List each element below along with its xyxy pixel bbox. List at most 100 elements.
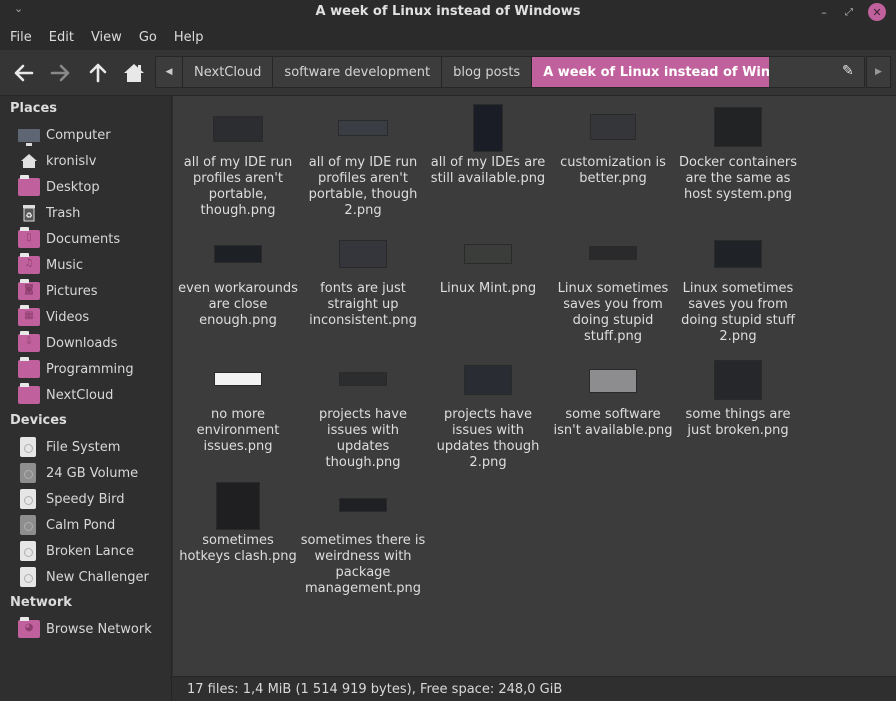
file-thumbnail bbox=[216, 482, 260, 530]
file-thumbnail bbox=[339, 240, 387, 268]
sidebar-section-network: Network bbox=[10, 595, 72, 610]
file-item[interactable]: some things are just broken.png bbox=[675, 348, 801, 474]
sidebar-item-trash[interactable]: ♻ Trash bbox=[18, 202, 80, 224]
home-button[interactable] bbox=[120, 60, 148, 86]
sidebar-item-label: Browse Network bbox=[46, 621, 152, 637]
drive-icon bbox=[20, 567, 36, 587]
sidebar-item-label: File System bbox=[46, 439, 121, 455]
sidebar-item-label: Videos bbox=[46, 309, 90, 325]
breadcrumb-blog-posts[interactable]: blog posts bbox=[442, 57, 533, 87]
sidebar-item-label: kronislv bbox=[46, 153, 97, 169]
file-item[interactable]: no more environment issues.png bbox=[175, 348, 301, 474]
file-thumbnail bbox=[473, 104, 503, 152]
sidebar: Places Computer kronislv Desktop ♻ Trash… bbox=[0, 96, 172, 701]
up-button[interactable] bbox=[84, 60, 112, 86]
breadcrumb-software-development[interactable]: software development bbox=[273, 57, 443, 87]
file-item[interactable]: Linux sometimes saves you from doing stu… bbox=[675, 222, 801, 348]
file-name: all of my IDEs are still available.png bbox=[430, 155, 546, 186]
file-thumbnail bbox=[714, 107, 762, 147]
sidebar-item-downloads[interactable]: ⇩ Downloads bbox=[18, 331, 118, 354]
breadcrumb-scroll-right-button[interactable]: ▶ bbox=[866, 56, 891, 88]
breadcrumb-nextcloud[interactable]: NextCloud bbox=[183, 57, 274, 87]
sidebar-item-label: Downloads bbox=[46, 335, 118, 351]
drive-icon bbox=[20, 541, 36, 561]
sidebar-item-broken-lance[interactable]: Broken Lance bbox=[18, 540, 134, 562]
file-item[interactable]: Linux Mint.png bbox=[425, 222, 551, 348]
menu-view[interactable]: View bbox=[91, 30, 122, 45]
sidebar-item-music[interactable]: ♫ Music bbox=[18, 253, 83, 276]
sidebar-item-speedy-bird[interactable]: Speedy Bird bbox=[18, 488, 124, 510]
menu-edit[interactable]: Edit bbox=[49, 30, 74, 45]
drive-icon bbox=[20, 489, 36, 509]
close-button[interactable]: ✕ bbox=[868, 3, 886, 21]
file-item[interactable]: customization is better.png bbox=[550, 96, 676, 222]
edit-location-icon[interactable]: ✎ bbox=[842, 63, 854, 79]
home-icon bbox=[124, 64, 144, 82]
sidebar-item-label: Programming bbox=[46, 361, 134, 377]
sidebar-item-programming[interactable]: Programming bbox=[18, 357, 134, 380]
trash-icon: ♻ bbox=[18, 204, 40, 222]
sidebar-item-file-system[interactable]: File System bbox=[18, 436, 120, 458]
file-item[interactable]: Docker containers are the same as host s… bbox=[675, 96, 801, 222]
sidebar-item-calm-pond[interactable]: Calm Pond bbox=[18, 514, 115, 536]
file-name: projects have issues with updates though… bbox=[436, 407, 540, 470]
breadcrumb: ◀ NextCloud software development blog po… bbox=[155, 56, 821, 88]
file-name: Linux sometimes saves you from doing stu… bbox=[681, 281, 795, 344]
file-item[interactable]: some software isn't available.png bbox=[550, 348, 676, 474]
file-name: fonts are just straight up inconsistent.… bbox=[309, 281, 417, 328]
sidebar-item-new-challenger[interactable]: New Challenger bbox=[18, 566, 149, 588]
title-bar: ⌄ A week of Linux instead of Windows – ⤢… bbox=[0, 0, 896, 24]
sidebar-item-computer[interactable]: Computer bbox=[18, 124, 111, 146]
sidebar-item-browse-network[interactable]: ◕ Browse Network bbox=[18, 617, 152, 640]
sidebar-item-label: Documents bbox=[46, 231, 121, 247]
sidebar-item-home[interactable]: kronislv bbox=[18, 150, 96, 172]
menu-go[interactable]: Go bbox=[139, 30, 157, 45]
breadcrumb-scroll-left-button[interactable]: ◀ bbox=[156, 57, 183, 87]
sidebar-item-nextcloud[interactable]: NextCloud bbox=[18, 383, 113, 406]
sidebar-item-pictures[interactable]: ◙ Pictures bbox=[18, 279, 98, 302]
sidebar-item-label: Pictures bbox=[46, 283, 98, 299]
window-title: A week of Linux instead of Windows bbox=[315, 4, 581, 19]
maximize-button[interactable]: ⤢ bbox=[840, 3, 858, 21]
menu-file[interactable]: File bbox=[10, 30, 32, 45]
music-folder-icon: ♫ bbox=[18, 253, 40, 274]
file-thumbnail bbox=[214, 372, 262, 386]
file-item[interactable]: all of my IDE run profiles aren't portab… bbox=[175, 96, 301, 222]
file-item[interactable]: even workarounds are close enough.png bbox=[175, 222, 301, 348]
sidebar-item-label: Desktop bbox=[46, 179, 100, 195]
sidebar-section-places: Places bbox=[10, 101, 58, 116]
arrow-up-icon bbox=[89, 63, 107, 83]
arrow-left-icon bbox=[14, 64, 34, 82]
status-bar: 17 files: 1,4 MiB (1 514 919 bytes), Fre… bbox=[173, 676, 896, 701]
file-item[interactable]: sometimes there is weirdness with packag… bbox=[300, 474, 426, 600]
pictures-folder-icon: ◙ bbox=[18, 279, 40, 300]
file-item[interactable]: projects have issues with updates though… bbox=[425, 348, 551, 474]
sidebar-item-documents[interactable]: ▯ Documents bbox=[18, 227, 121, 250]
forward-button[interactable] bbox=[46, 60, 74, 86]
file-thumbnail bbox=[589, 369, 637, 393]
file-thumbnail bbox=[339, 372, 387, 386]
videos-folder-icon: ▦ bbox=[18, 305, 40, 326]
file-item[interactable]: all of my IDEs are still available.png bbox=[425, 96, 551, 222]
file-thumbnail bbox=[590, 114, 636, 140]
sidebar-item-desktop[interactable]: Desktop bbox=[18, 175, 100, 198]
status-text: 17 files: 1,4 MiB (1 514 919 bytes), Fre… bbox=[187, 681, 563, 697]
documents-folder-icon: ▯ bbox=[18, 227, 40, 248]
file-item[interactable]: Linux sometimes saves you from doing stu… bbox=[550, 222, 676, 348]
file-thumbnail bbox=[589, 246, 637, 260]
file-item[interactable]: fonts are just straight up inconsistent.… bbox=[300, 222, 426, 348]
network-folder-icon: ◕ bbox=[18, 617, 40, 638]
file-name: all of my IDE run profiles aren't portab… bbox=[308, 155, 418, 218]
sidebar-item-24gb-volume[interactable]: 24 GB Volume bbox=[18, 462, 138, 484]
file-item[interactable]: projects have issues with updates though… bbox=[300, 348, 426, 474]
file-thumbnail bbox=[339, 498, 387, 512]
menu-help[interactable]: Help bbox=[174, 30, 204, 45]
file-item[interactable]: sometimes hotkeys clash.png bbox=[175, 474, 301, 600]
sidebar-item-videos[interactable]: ▦ Videos bbox=[18, 305, 90, 328]
back-button[interactable] bbox=[10, 60, 38, 86]
minimize-button[interactable]: – bbox=[815, 3, 833, 21]
file-item[interactable]: all of my IDE run profiles aren't portab… bbox=[300, 96, 426, 222]
scrollbar[interactable] bbox=[881, 96, 896, 676]
sidebar-item-label: Broken Lance bbox=[46, 543, 134, 559]
downloads-folder-icon: ⇩ bbox=[18, 331, 40, 352]
